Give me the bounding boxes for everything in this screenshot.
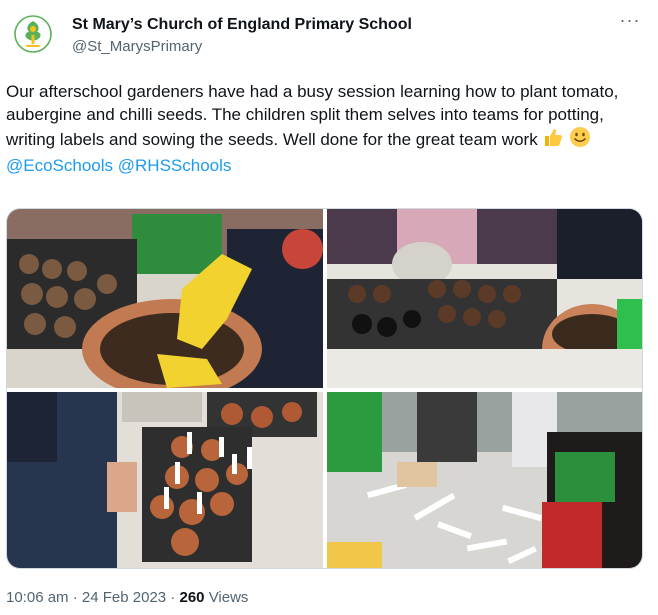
tweet-text: Our afterschool gardeners have had a bus…: [6, 80, 652, 177]
meta-separator: ·: [72, 589, 78, 606]
meta-separator: ·: [170, 589, 176, 606]
views-count: 260: [179, 589, 205, 606]
photo-potting[interactable]: [7, 209, 323, 388]
views-label: Views: [208, 589, 249, 606]
tweet-header: St Mary’s Church of England Primary Scho…: [12, 8, 646, 64]
thumbs-up-icon: [542, 126, 564, 154]
tweet-date[interactable]: 24 Feb 2023: [82, 589, 166, 606]
mention-ecoschools-link[interactable]: @EcoSchools: [6, 156, 113, 175]
photo-labelled-pots[interactable]: [7, 392, 323, 568]
more-options-icon[interactable]: ···: [618, 11, 642, 36]
tweet-body: Our afterschool gardeners have had a bus…: [6, 82, 619, 149]
author-handle[interactable]: @St_MarysPrimary: [72, 37, 412, 57]
avatar[interactable]: [12, 8, 54, 64]
school-logo-icon: [14, 15, 52, 53]
smiling-face-icon: [569, 126, 591, 154]
media-grid: [6, 208, 643, 569]
mention-rhsschools-link[interactable]: @RHSSchools: [118, 156, 232, 175]
tweet-time[interactable]: 10:06 am: [6, 589, 69, 606]
photo-writing-labels[interactable]: [327, 392, 642, 568]
photo-sowing[interactable]: [327, 209, 642, 388]
author-block: St Mary’s Church of England Primary Scho…: [72, 15, 412, 57]
author-display-name[interactable]: St Mary’s Church of England Primary Scho…: [72, 15, 412, 35]
tweet-meta: 10:06 am · 24 Feb 2023 · 260 Views: [6, 588, 248, 608]
